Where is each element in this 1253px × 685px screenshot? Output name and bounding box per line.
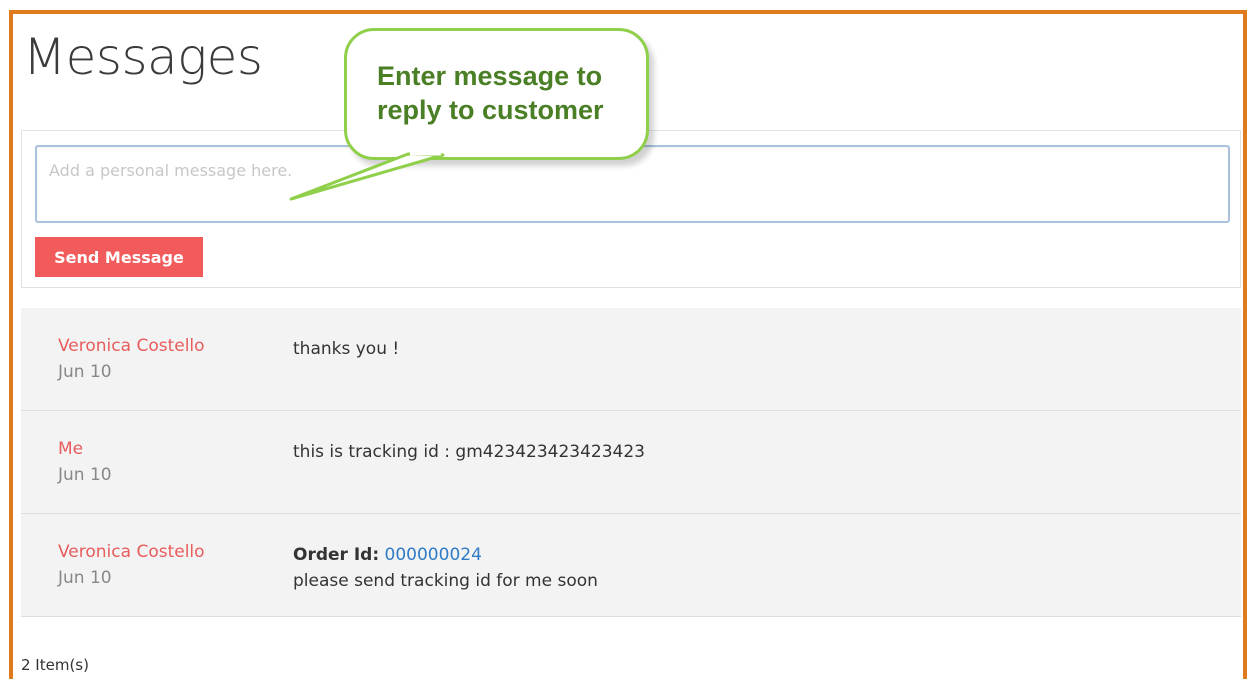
message-meta: Veronica Costello Jun 10	[58, 336, 205, 382]
order-id-line: Order Id: 000000024	[293, 542, 598, 568]
message-text: please send tracking id for me soon	[293, 571, 598, 591]
message-content: Order Id: 000000024 please send tracking…	[293, 542, 598, 594]
send-message-button[interactable]: Send Message	[35, 237, 203, 277]
annotation-callout: Enter message to reply to customer	[344, 28, 649, 160]
message-row: Me Jun 10 this is tracking id : gm423423…	[21, 411, 1241, 514]
order-id-link[interactable]: 000000024	[385, 545, 482, 565]
order-id-label: Order Id:	[293, 545, 380, 565]
sender-name: Me	[58, 439, 84, 459]
message-row: Veronica Costello Jun 10 Order Id: 00000…	[21, 514, 1241, 617]
message-row: Veronica Costello Jun 10 thanks you !	[21, 308, 1241, 411]
message-text: this is tracking id : gm423423423423423	[293, 442, 646, 462]
message-date: Jun 10	[58, 465, 112, 485]
annotation-line-2: reply to customer	[377, 95, 604, 125]
message-date: Jun 10	[58, 362, 112, 382]
message-date: Jun 10	[58, 568, 112, 588]
screenshot-frame: Messages Send Message Veronica Costello …	[9, 10, 1247, 679]
message-meta: Me Jun 10	[58, 439, 112, 485]
sender-name: Veronica Costello	[58, 542, 205, 562]
annotation-text: Enter message to reply to customer	[377, 59, 604, 127]
page-title: Messages	[23, 28, 263, 86]
message-text: thanks you !	[293, 339, 400, 359]
messages-list: Veronica Costello Jun 10 thanks you ! Me…	[21, 308, 1241, 617]
item-count: 2 Item(s)	[21, 656, 89, 674]
sender-name: Veronica Costello	[58, 336, 205, 356]
annotation-line-1: Enter message to	[377, 61, 603, 91]
message-meta: Veronica Costello Jun 10	[58, 542, 205, 588]
